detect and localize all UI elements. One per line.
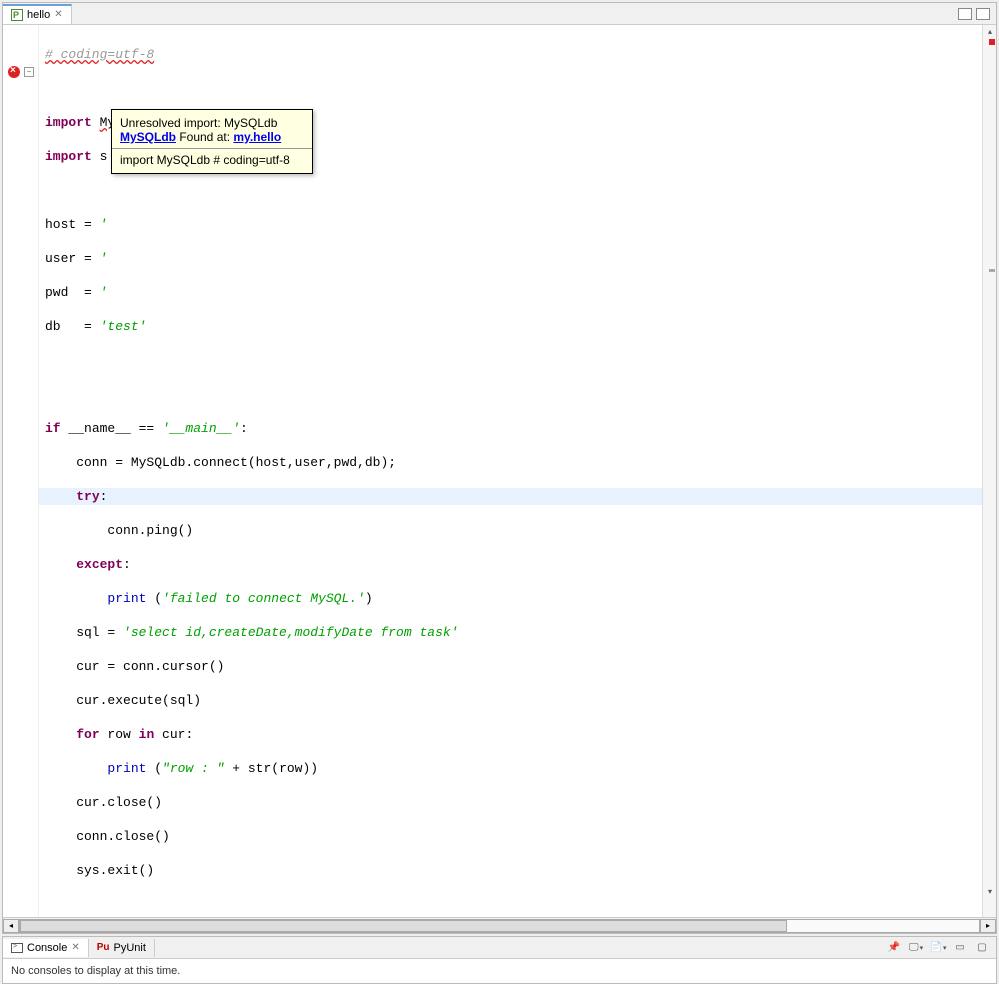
minimize-button[interactable] [958, 8, 972, 20]
ruler-marker[interactable] [989, 269, 995, 272]
fold-minus-icon[interactable]: − [24, 67, 34, 77]
error-marker[interactable] [989, 39, 995, 45]
scroll-up-icon[interactable]: ▴ [985, 27, 995, 37]
tooltip-link-myhello[interactable]: my.hello [233, 130, 281, 144]
console-body: No consoles to display at this time. [3, 959, 996, 983]
pin-console-button[interactable]: 📌 [886, 940, 902, 956]
tab-title: hello [27, 9, 50, 21]
tab-hello[interactable]: P hello ✕ [3, 4, 72, 24]
editor-body[interactable]: − [3, 25, 996, 917]
scroll-down-icon[interactable]: ▾ [985, 887, 995, 897]
console-icon [11, 943, 23, 953]
maximize-button[interactable] [976, 8, 990, 20]
editor-tab-bar: P hello ✕ [3, 3, 996, 25]
tab-console[interactable]: Console ✕ [3, 939, 89, 957]
error-icon[interactable] [8, 66, 20, 78]
editor-pane: P hello ✕ − [2, 2, 997, 934]
minimize-button[interactable]: ▭ [952, 940, 968, 956]
scroll-left-icon[interactable]: ◂ [3, 919, 19, 933]
maximize-button[interactable]: ▢ [974, 940, 990, 956]
open-console-button[interactable]: 📄 [930, 940, 946, 956]
horizontal-scrollbar[interactable]: ◂ ▸ [3, 917, 996, 933]
python-file-icon: P [11, 9, 23, 21]
display-selected-console-button[interactable]: 🖵 [908, 940, 924, 956]
scroll-right-icon[interactable]: ▸ [980, 919, 996, 933]
gutter: − [3, 25, 39, 917]
scroll-thumb[interactable] [20, 920, 787, 932]
code-line: # coding=utf-8 [45, 47, 154, 62]
close-icon[interactable]: ✕ [54, 9, 62, 20]
console-tab-bar: Console ✕ Pu PyUnit 📌 🖵 📄 ▭ ▢ [3, 937, 996, 959]
hover-tooltip: Unresolved import: MySQLdb MySQLdb Found… [111, 109, 313, 174]
tooltip-link-mysqldb[interactable]: MySQLdb [120, 130, 176, 144]
pyunit-icon: Pu [97, 942, 110, 953]
tooltip-message: Unresolved import: MySQLdb [120, 116, 304, 130]
overview-ruler[interactable]: ▴ ▾ [982, 25, 996, 917]
tooltip-snippet: import MySQLdb # coding=utf-8 [120, 153, 304, 167]
tab-pyunit[interactable]: Pu PyUnit [89, 939, 155, 957]
console-pane: Console ✕ Pu PyUnit 📌 🖵 📄 ▭ ▢ No console… [2, 936, 997, 984]
close-icon[interactable]: ✕ [71, 942, 79, 953]
